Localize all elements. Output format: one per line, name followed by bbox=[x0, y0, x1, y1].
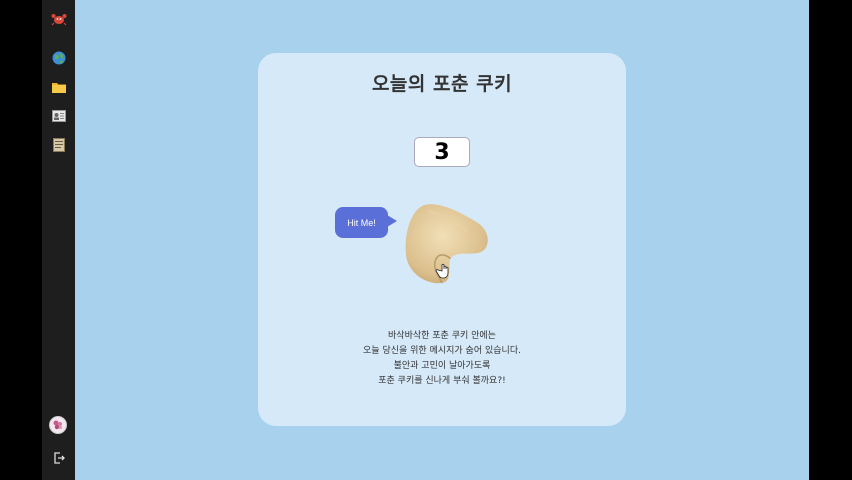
fortune-cookie-button[interactable] bbox=[402, 201, 490, 287]
break-counter: 3 bbox=[414, 137, 470, 167]
description-line: 바삭바삭한 포춘 쿠키 안에는 bbox=[388, 331, 496, 341]
avatar[interactable] bbox=[49, 416, 67, 434]
left-frame bbox=[0, 0, 42, 480]
folder-icon[interactable] bbox=[50, 78, 67, 95]
description-line: 불안과 고민이 날아가도록 bbox=[393, 361, 491, 371]
main-area: 오늘의 포춘 쿠키 3 Hit Me! 바삭바삭한 포춘 쿠키 안에는 오늘 당… bbox=[75, 0, 809, 480]
notebook-icon[interactable] bbox=[50, 136, 67, 153]
fortune-cookie-icon bbox=[405, 204, 488, 284]
fortune-card: 오늘의 포춘 쿠키 3 Hit Me! 바삭바삭한 포춘 쿠키 안에는 오늘 당… bbox=[258, 53, 626, 426]
page-title: 오늘의 포춘 쿠키 bbox=[371, 73, 513, 95]
sidebar bbox=[42, 0, 75, 480]
description-line: 포춘 쿠키를 신나게 부숴 볼까요?! bbox=[378, 376, 506, 386]
description: 바삭바삭한 포춘 쿠키 안에는 오늘 당신을 위한 메시지가 숨어 있습니다. … bbox=[258, 329, 626, 389]
hit-me-bubble: Hit Me! bbox=[335, 207, 388, 238]
bubble-tail bbox=[387, 215, 397, 227]
contact-card-icon[interactable] bbox=[50, 107, 67, 124]
crab-icon[interactable] bbox=[50, 10, 67, 27]
globe-icon[interactable] bbox=[50, 49, 67, 66]
logout-icon[interactable] bbox=[50, 449, 67, 466]
right-frame bbox=[809, 0, 852, 480]
description-line: 오늘 당신을 위한 메시지가 숨어 있습니다. bbox=[363, 346, 521, 356]
